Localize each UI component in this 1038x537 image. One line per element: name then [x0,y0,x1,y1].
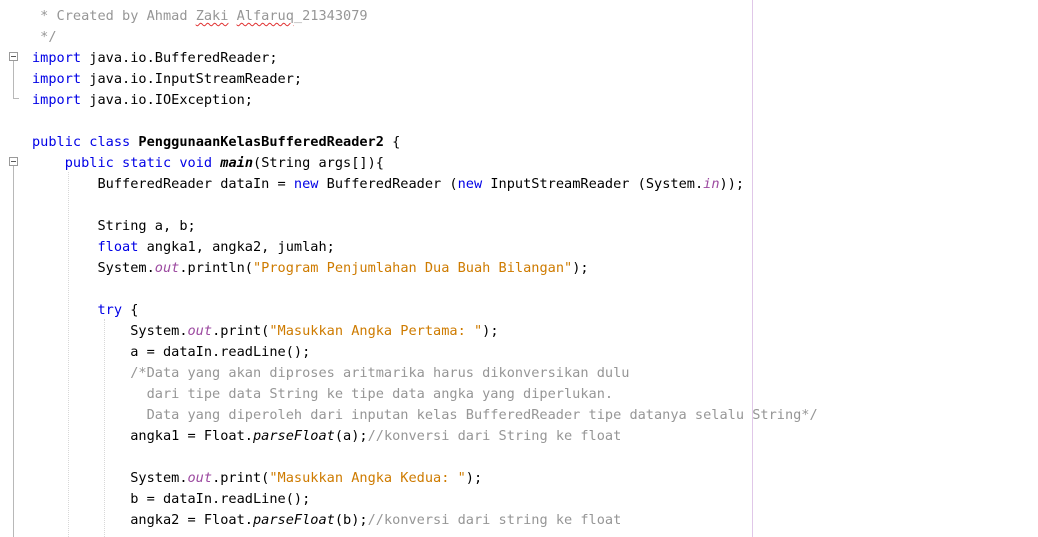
code-token: InputStreamReader (System. [482,176,704,192]
code-line[interactable]: BufferedReader dataIn = new BufferedRead… [32,174,818,195]
code-token: /*Data yang akan diproses aritmarika har… [130,365,630,381]
code-line[interactable] [32,279,818,300]
code-line[interactable] [32,195,818,216]
code-token: angka1 = Float. [32,428,253,444]
code-token: ); [465,470,483,486]
code-token: .print( [212,323,270,339]
fold-collapse-icon[interactable] [9,157,18,166]
code-token: _21343079 [293,8,368,24]
code-line[interactable]: angka2 = Float.parseFloat(b);//konversi … [32,510,818,531]
code-token: { [122,302,139,318]
code-token: try [97,302,123,318]
code-line[interactable]: System.out.println("Program Penjumlahan … [32,258,818,279]
code-line[interactable]: * Created by Ahmad Zaki Alfaruq_21343079 [32,6,818,27]
code-line[interactable]: import java.io.BufferedReader; [32,48,818,69]
code-token: System. [32,323,188,339]
code-token: (b); [334,512,368,528]
code-token: .print( [212,470,270,486]
code-token: ); [482,323,499,339]
code-token: "Masukkan Angka Pertama: " [269,323,483,339]
fold-collapse-icon[interactable] [9,52,18,61]
code-token: import [32,71,82,87]
code-token: ); [572,260,589,276]
code-token: angka1, angka2, jumlah; [138,239,335,255]
code-line[interactable]: public static void main(String args[]){ [32,153,818,174]
code-token: angka2 = Float. [32,512,253,528]
code-token: new [457,176,483,192]
code-line[interactable]: angka1 = Float.parseFloat(a);//konversi … [32,426,818,447]
code-line[interactable]: String a, b; [32,216,818,237]
code-token: { [383,134,401,150]
code-line[interactable]: import java.io.InputStreamReader; [32,69,818,90]
code-line[interactable]: float angka1, angka2, jumlah; [32,237,818,258]
code-token: import [32,92,82,108]
code-token: //konversi dari String ke float [367,428,622,444]
code-token: String a, b; [32,218,196,234]
code-token: out [187,323,213,339]
fold-end-marker [13,98,19,99]
code-line[interactable]: import java.io.IOException; [32,90,818,111]
code-token: b = dataIn.readLine(); [32,491,311,507]
code-token: Alfaruq [236,8,294,24]
code-token: PenggunaanKelasBufferedReader2 [138,134,384,150]
code-token: (String args[]){ [253,155,384,171]
code-token: (a); [334,428,368,444]
code-token: a = dataIn.readLine(); [32,344,311,360]
fold-line [13,61,14,98]
code-token: public static void [64,155,213,171]
code-line[interactable]: a = dataIn.readLine(); [32,342,818,363]
code-token: float [97,239,139,255]
code-token: System. [32,470,188,486]
code-token: * Created by Ahmad [32,8,196,24]
code-token: */ [32,29,57,45]
code-token: BufferedReader dataIn = [32,176,294,192]
code-token: parseFloat [252,428,335,444]
code-token: java.io.IOException; [81,92,253,108]
fold-gutter [0,0,26,537]
code-token: public class [32,134,131,150]
code-token: java.io.InputStreamReader; [81,71,303,87]
code-line[interactable]: /*Data yang akan diproses aritmarika har… [32,363,818,384]
code-editor[interactable]: * Created by Ahmad Zaki Alfaruq_21343079… [0,0,1038,537]
code-line[interactable]: Data yang diperoleh dari inputan kelas B… [32,405,818,426]
code-token: "Program Penjumlahan Dua Buah Bilangan" [253,260,573,276]
code-token: out [187,470,213,486]
code-line[interactable]: dari tipe data String ke tipe data angka… [32,384,818,405]
code-token: java.io.BufferedReader; [81,50,278,66]
code-token: BufferedReader ( [318,176,458,192]
code-area[interactable]: * Created by Ahmad Zaki Alfaruq_21343079… [32,6,818,531]
code-token: out [154,260,180,276]
code-token: in [703,176,720,192]
code-line[interactable]: System.out.print("Masukkan Angka Pertama… [32,321,818,342]
code-line[interactable]: b = dataIn.readLine(); [32,489,818,510]
code-token: //konversi dari string ke float [367,512,622,528]
code-token: import [32,50,82,66]
fold-line [13,166,14,537]
code-line[interactable]: public class PenggunaanKelasBufferedRead… [32,132,818,153]
code-token: Data yang diperoleh dari inputan kelas B… [32,407,818,423]
code-token: main [220,155,254,171]
code-token: dari tipe data String ke tipe data angka… [32,386,614,402]
code-line[interactable] [32,447,818,468]
code-line[interactable]: */ [32,27,818,48]
code-token: "Masukkan Angka Kedua: " [269,470,466,486]
code-token: Zaki [195,8,229,24]
code-line[interactable]: System.out.print("Masukkan Angka Kedua: … [32,468,818,489]
code-token: )); [719,176,745,192]
code-token: new [293,176,319,192]
code-token: .println( [179,260,253,276]
code-token: parseFloat [252,512,335,528]
code-token: System. [32,260,155,276]
code-line[interactable]: try { [32,300,818,321]
code-line[interactable] [32,111,818,132]
